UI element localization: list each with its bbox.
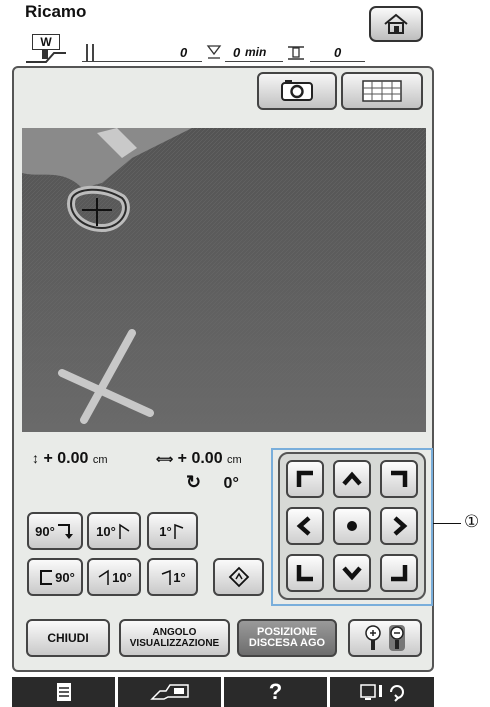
fabric-image [22,128,426,432]
zoom-icon [365,625,405,651]
arrow-right-icon [393,516,408,536]
view-angle-button[interactable]: ANGOLO VISUALIZZAZIONE [119,619,230,657]
arrow-pad [278,452,426,600]
tab-embroidery-frame[interactable] [118,677,221,707]
reset-rotation-icon [228,566,249,588]
embroidery-frame-icon [149,684,189,700]
home-button[interactable] [369,6,423,42]
tab-help[interactable]: ? [224,677,327,707]
rotate-right-90-button[interactable]: 90° [27,512,83,550]
zoom-button[interactable] [348,619,422,657]
rotate-left-10-button[interactable]: 10° [87,558,141,596]
rotate-right-icon [173,523,183,539]
camera-button[interactable] [257,72,337,110]
status-bar: W 0 0 min 0 [20,34,365,66]
arrow-up-icon [342,471,362,486]
rotate-left-90-button[interactable]: 90° [27,558,83,596]
time-unit: min [245,45,267,59]
vertical-offset-readout: ↕ + 0.00 cm [32,450,108,467]
settings-cycle-icon [360,684,404,702]
horizontal-arrow-icon: ⟺ [156,452,174,466]
callout-line [433,523,461,524]
camera-view [22,128,426,432]
rotate-right-icon [119,523,130,539]
rotate-icon: ↻ [186,472,202,492]
arrow-up-right-icon [391,470,408,487]
callout-number: ① [464,512,480,531]
grid-button[interactable] [341,72,423,110]
presser-foot-icon [26,49,66,63]
arrow-left-icon [296,516,311,536]
center-dot-icon [347,521,357,531]
hourglass-icon [206,45,222,59]
rotate-right-10-button[interactable]: 10° [87,512,141,550]
reset-rotation-button[interactable] [213,558,264,596]
move-right-button[interactable] [380,507,418,545]
grid-icon [362,80,402,102]
rotate-left-icon [98,569,109,585]
center-button[interactable] [333,507,371,545]
arrow-down-left-icon [296,565,313,582]
rotate-left-icon [40,570,53,585]
move-down-right-button[interactable] [380,554,418,592]
stitch-count: 0 [334,45,342,60]
move-up-left-button[interactable] [286,460,324,498]
horizontal-offset-readout: ⟺ + 0.00 cm [156,450,242,467]
arrow-down-icon [342,566,362,581]
angle-readout: ↻ 0° [186,472,239,492]
page-title: Ricamo [25,2,87,21]
rotate-left-1-button[interactable]: 1° [147,558,198,596]
arrow-down-right-icon [391,565,408,582]
rotate-left-icon [162,569,172,585]
spool-icon [288,46,304,60]
move-down-left-button[interactable] [286,554,324,592]
arrow-up-left-icon [296,470,313,487]
move-left-button[interactable] [286,507,324,545]
rotate-right-icon [57,524,73,539]
rotate-right-1-button[interactable]: 1° [147,512,198,550]
tab-document[interactable] [12,677,115,707]
home-icon [384,13,408,34]
move-up-right-button[interactable] [380,460,418,498]
close-button[interactable]: CHIUDI [26,619,110,657]
needle-drop-position-button[interactable]: POSIZIONE DISCESA AGO [237,619,337,657]
camera-icon [281,80,313,101]
time-value: 0 [233,45,241,60]
thread-count: 0 [180,45,188,60]
tab-settings[interactable] [330,677,434,707]
move-down-button[interactable] [333,554,371,592]
document-icon [56,683,71,701]
vertical-arrow-icon: ↕ [32,450,39,466]
move-up-button[interactable] [333,460,371,498]
